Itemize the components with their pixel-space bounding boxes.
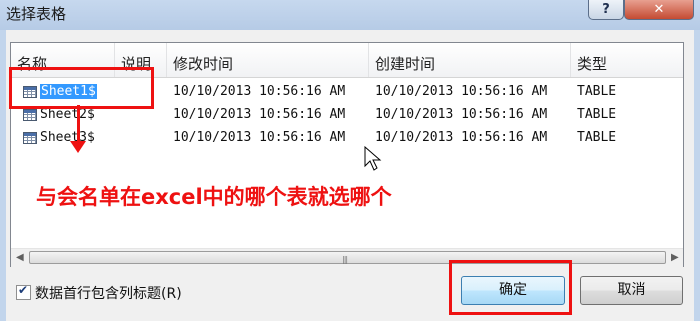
row-created: 10/10/2013 10:56:16 AM [375,107,548,122]
check-icon: ✔ [18,283,29,297]
cancel-button[interactable]: 取消 [580,276,683,305]
table-icon [23,108,37,121]
help-button[interactable]: ? [588,0,624,20]
annotation-arrow [77,105,80,145]
scroll-left-icon[interactable]: ◀ [16,252,24,263]
row-created: 10/10/2013 10:56:16 AM [375,130,548,145]
first-row-headers-checkbox[interactable]: ✔ [16,283,31,300]
window-title: 选择表格 [6,5,67,23]
column-header-modified[interactable]: 修改时间 [167,43,369,77]
highlight-box-ok [449,260,572,315]
horizontal-scrollbar[interactable]: ◀ ||| ▶ [11,248,683,267]
mouse-pointer-icon [364,146,382,171]
first-row-headers-label: 数据首行包含列标题(R) [35,286,182,302]
row-name: Sheet2$ [40,107,95,122]
scroll-right-icon[interactable]: ▶ [671,252,679,263]
row-type: TABLE [577,84,617,99]
close-button[interactable]: ✕ [624,0,694,20]
column-header-created[interactable]: 创建时间 [369,43,571,77]
row-modified: 10/10/2013 10:56:16 AM [173,107,346,122]
row-type: TABLE [577,107,617,122]
highlight-box-sheet [9,67,154,109]
row-created: 10/10/2013 10:56:16 AM [375,84,548,99]
title-bar: 选择表格 ? ✕ [0,0,700,30]
first-row-headers-option[interactable]: ✔ 数据首行包含列标题(R) [16,283,182,303]
row-modified: 10/10/2013 10:56:16 AM [173,84,346,99]
grip-icon: ||| [342,255,348,264]
arrow-down-icon [70,141,86,153]
row-name: Sheet3$ [40,130,95,145]
column-header-type[interactable]: 类型 [571,43,683,77]
table-row[interactable]: Sheet3$ 10/10/2013 10:56:16 AM 10/10/201… [11,127,683,149]
row-modified: 10/10/2013 10:56:16 AM [173,130,346,145]
table-icon [23,131,37,144]
annotation-text: 与会名单在excel中的哪个表就选哪个 [36,185,392,209]
row-type: TABLE [577,130,617,145]
